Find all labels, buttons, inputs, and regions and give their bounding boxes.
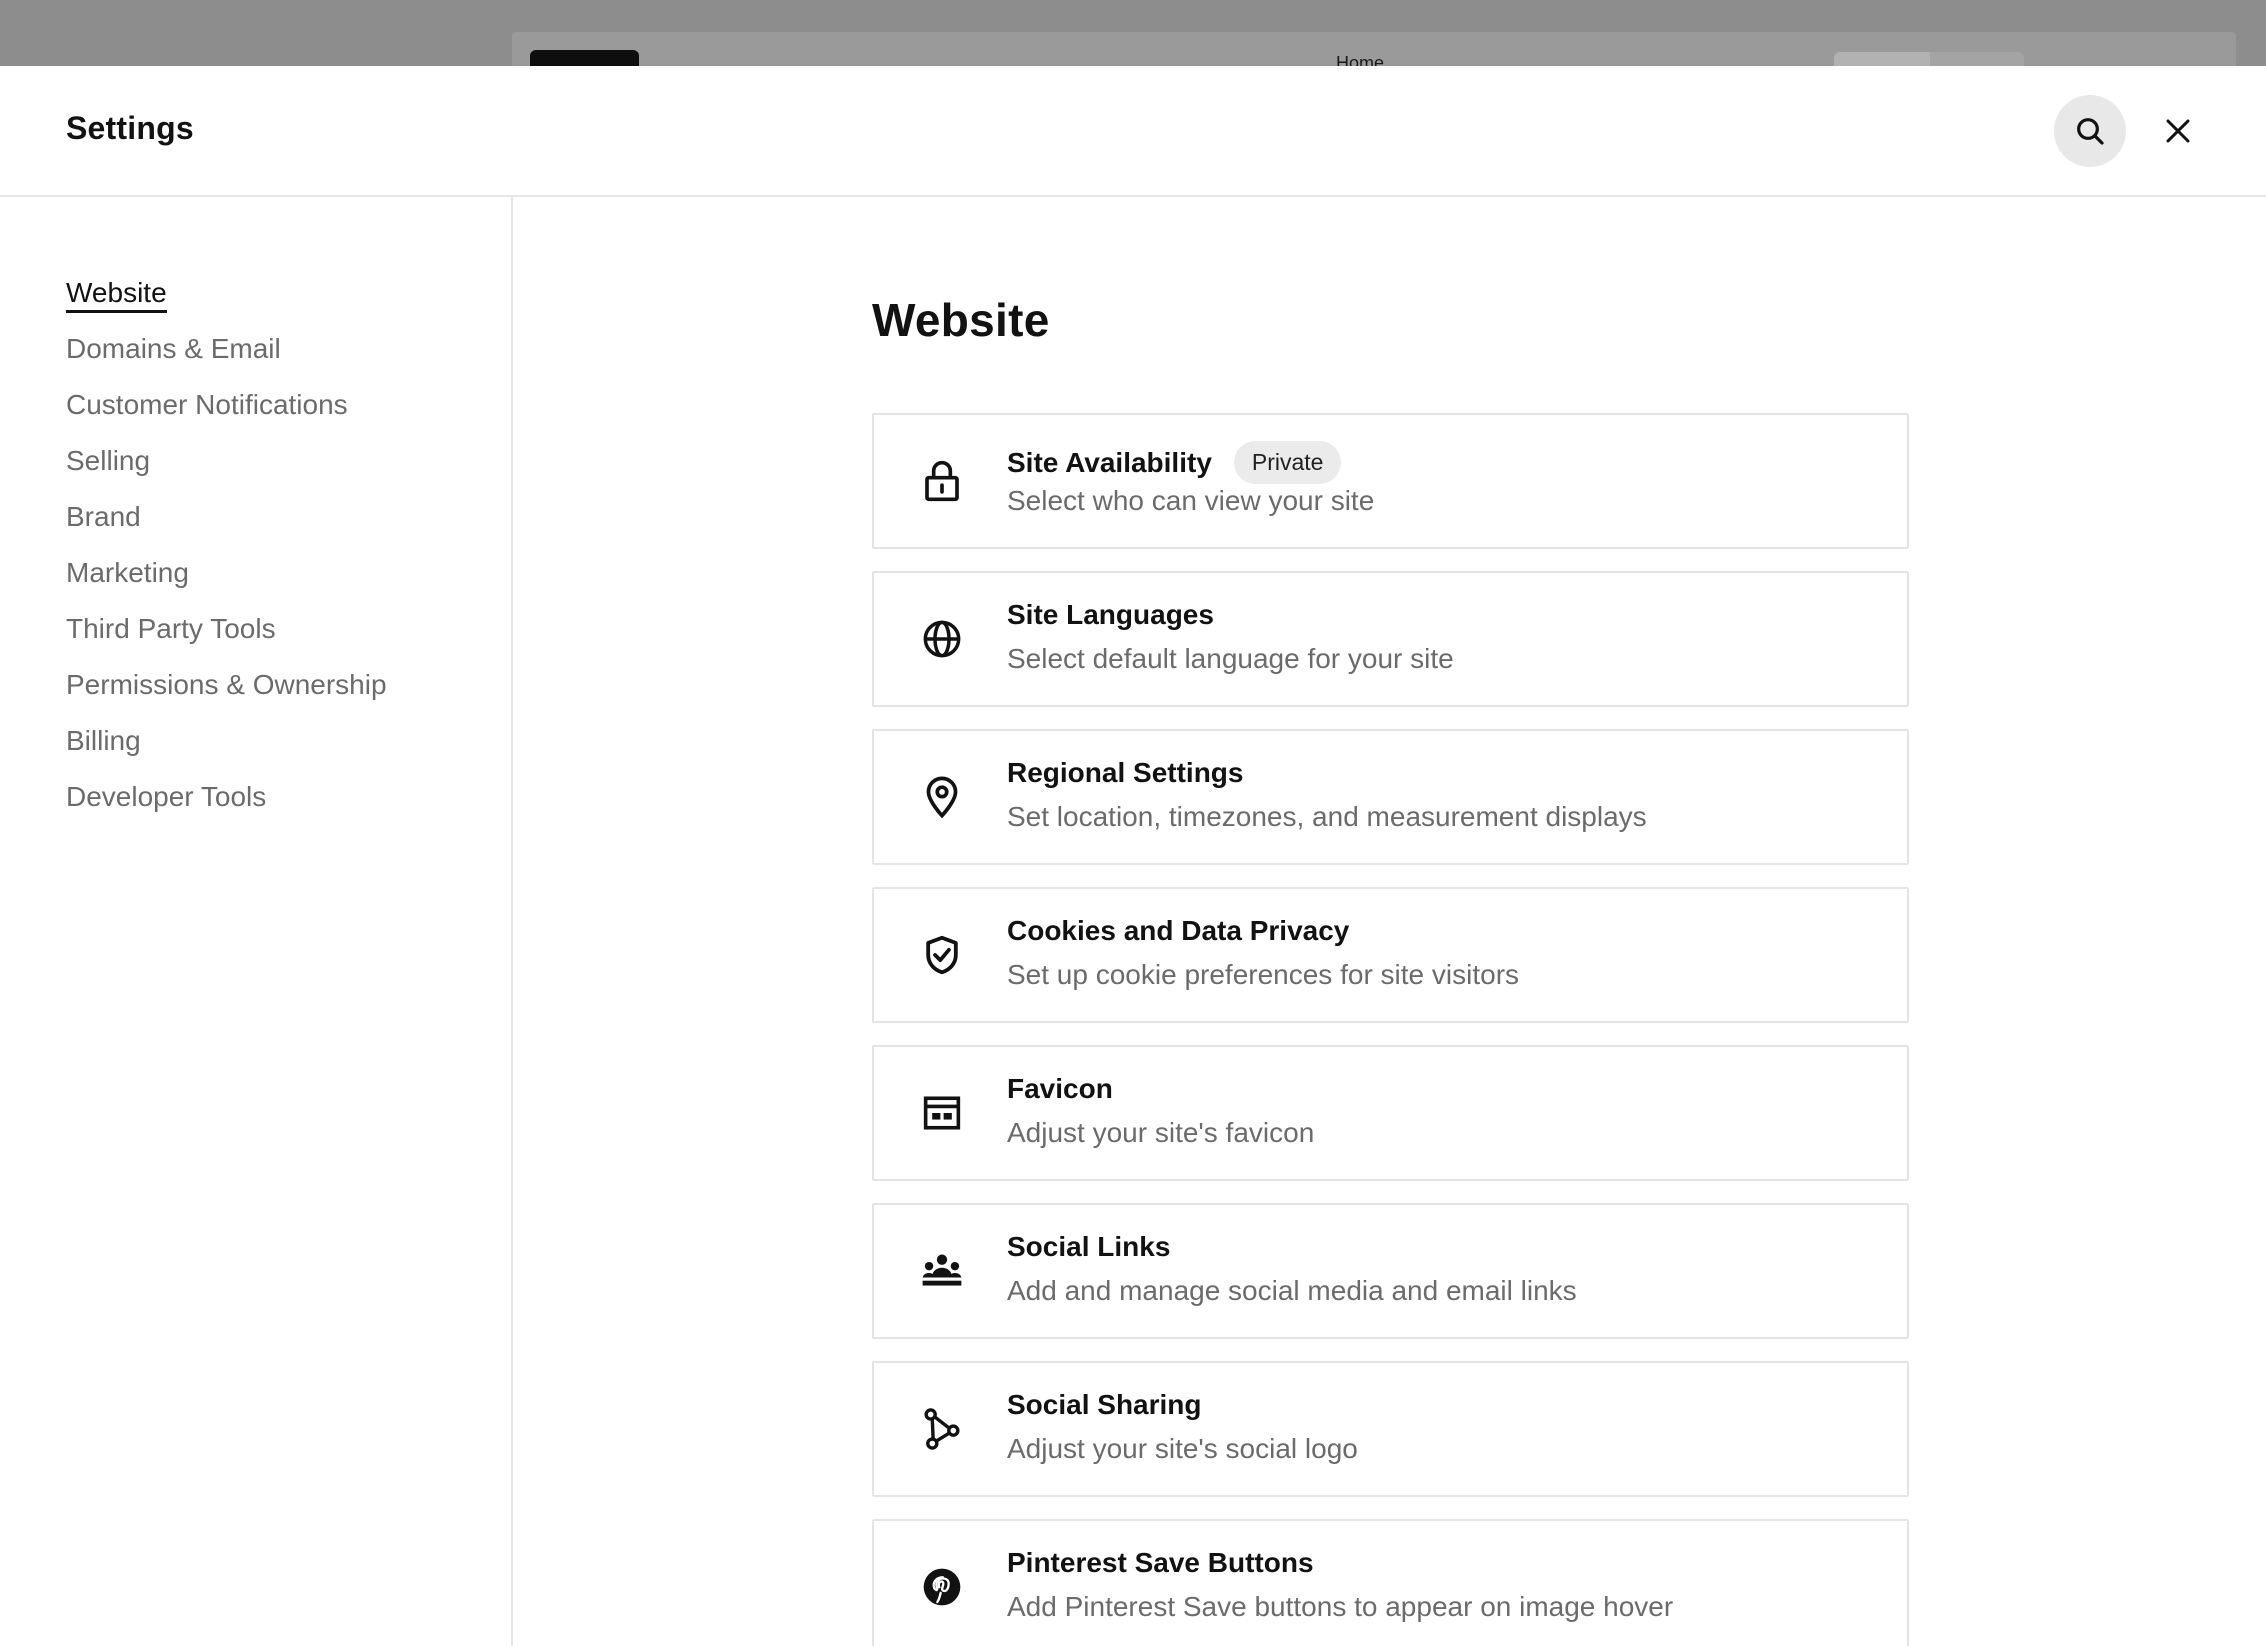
settings-card-list: Site Availability Private Select who can… (872, 413, 1909, 1646)
sidebar-item-marketing[interactable]: Marketing (66, 551, 387, 607)
card-title: Social Sharing (1007, 1389, 1202, 1420)
sidebar-item-domains-email[interactable]: Domains & Email (66, 327, 387, 383)
sidebar-item-label: Permissions & Ownership (66, 669, 387, 700)
sidebar-item-label: Third Party Tools (66, 613, 276, 644)
card-description: Add and manage social media and email li… (1007, 1275, 1577, 1306)
card-description: Set up cookie preferences for site visit… (1007, 959, 1520, 990)
card-cookies-data-privacy[interactable]: Cookies and Data Privacy Set up cookie p… (872, 887, 1909, 1023)
sidebar-item-third-party-tools[interactable]: Third Party Tools (66, 607, 387, 663)
card-description: Select default language for your site (1007, 643, 1454, 674)
card-social-links[interactable]: Social Links Add and manage social media… (872, 1203, 1909, 1339)
location-pin-icon (920, 775, 964, 819)
card-description: Select who can view your site (1007, 485, 1375, 516)
sidebar-item-label: Marketing (66, 557, 189, 588)
sidebar-item-label: Developer Tools (66, 781, 267, 812)
sidebar-item-customer-notifications[interactable]: Customer Notifications (66, 383, 387, 439)
shield-check-icon (920, 933, 964, 977)
settings-content: Website Site Availability Private Select… (513, 197, 2266, 1646)
modal-header: Settings (0, 66, 2266, 197)
pinterest-icon (920, 1565, 964, 1609)
card-favicon[interactable]: Favicon Adjust your site's favicon (872, 1045, 1909, 1181)
sidebar-nav: Website Domains & Email Customer Notific… (66, 271, 387, 831)
modal-title: Settings (66, 110, 194, 146)
sidebar-item-label: Customer Notifications (66, 389, 348, 420)
card-description: Adjust your site's social logo (1007, 1433, 1358, 1464)
close-button[interactable] (2142, 95, 2214, 167)
close-icon (2166, 119, 2190, 143)
settings-sidebar: Website Domains & Email Customer Notific… (0, 197, 513, 1646)
page-title: Website (872, 294, 1050, 346)
sidebar-item-brand[interactable]: Brand (66, 495, 387, 551)
card-regional-settings[interactable]: Regional Settings Set location, timezone… (872, 729, 1909, 865)
search-icon (2077, 118, 2104, 145)
share-icon (920, 1407, 964, 1451)
card-description: Add Pinterest Save buttons to appear on … (1007, 1591, 1674, 1622)
lock-icon (920, 459, 964, 503)
backdrop-page-label: Home (1336, 53, 1385, 66)
sidebar-item-developer-tools[interactable]: Developer Tools (66, 775, 387, 831)
card-description: Set location, timezones, and measurement… (1007, 801, 1647, 832)
card-site-availability[interactable]: Site Availability Private Select who can… (872, 413, 1909, 549)
favicon-icon (920, 1091, 964, 1135)
sidebar-item-label: Billing (66, 725, 141, 756)
sidebar-item-label: Website (66, 277, 167, 313)
card-pinterest-save-buttons[interactable]: Pinterest Save Buttons Add Pinterest Sav… (872, 1519, 1909, 1646)
sidebar-item-label: Domains & Email (66, 333, 281, 364)
sidebar-item-permissions-ownership[interactable]: Permissions & Ownership (66, 663, 387, 719)
settings-modal: Settings Website Domains & Email Custome… (0, 66, 2266, 1646)
card-site-languages[interactable]: Site Languages Select default language f… (872, 571, 1909, 707)
sidebar-item-selling[interactable]: Selling (66, 439, 387, 495)
card-title: Cookies and Data Privacy (1007, 915, 1350, 946)
search-button[interactable] (2054, 95, 2126, 167)
sidebar-item-label: Selling (66, 445, 151, 476)
sidebar-item-billing[interactable]: Billing (66, 719, 387, 775)
card-title: Regional Settings (1007, 757, 1244, 788)
sidebar-item-label: Brand (66, 501, 141, 532)
card-title: Social Links (1007, 1231, 1171, 1262)
card-title: Site Availability Private (1007, 441, 1342, 484)
card-title-text: Site Availability (1007, 446, 1212, 478)
card-title: Pinterest Save Buttons (1007, 1547, 1314, 1578)
sidebar-item-website[interactable]: Website (66, 271, 387, 327)
card-social-sharing[interactable]: Social Sharing Adjust your site's social… (872, 1361, 1909, 1497)
card-title: Site Languages (1007, 599, 1214, 630)
card-title: Favicon (1007, 1073, 1113, 1104)
globe-icon (920, 617, 964, 661)
people-icon (920, 1249, 964, 1293)
status-badge: Private (1233, 441, 1342, 484)
card-description: Adjust your site's favicon (1007, 1117, 1315, 1148)
